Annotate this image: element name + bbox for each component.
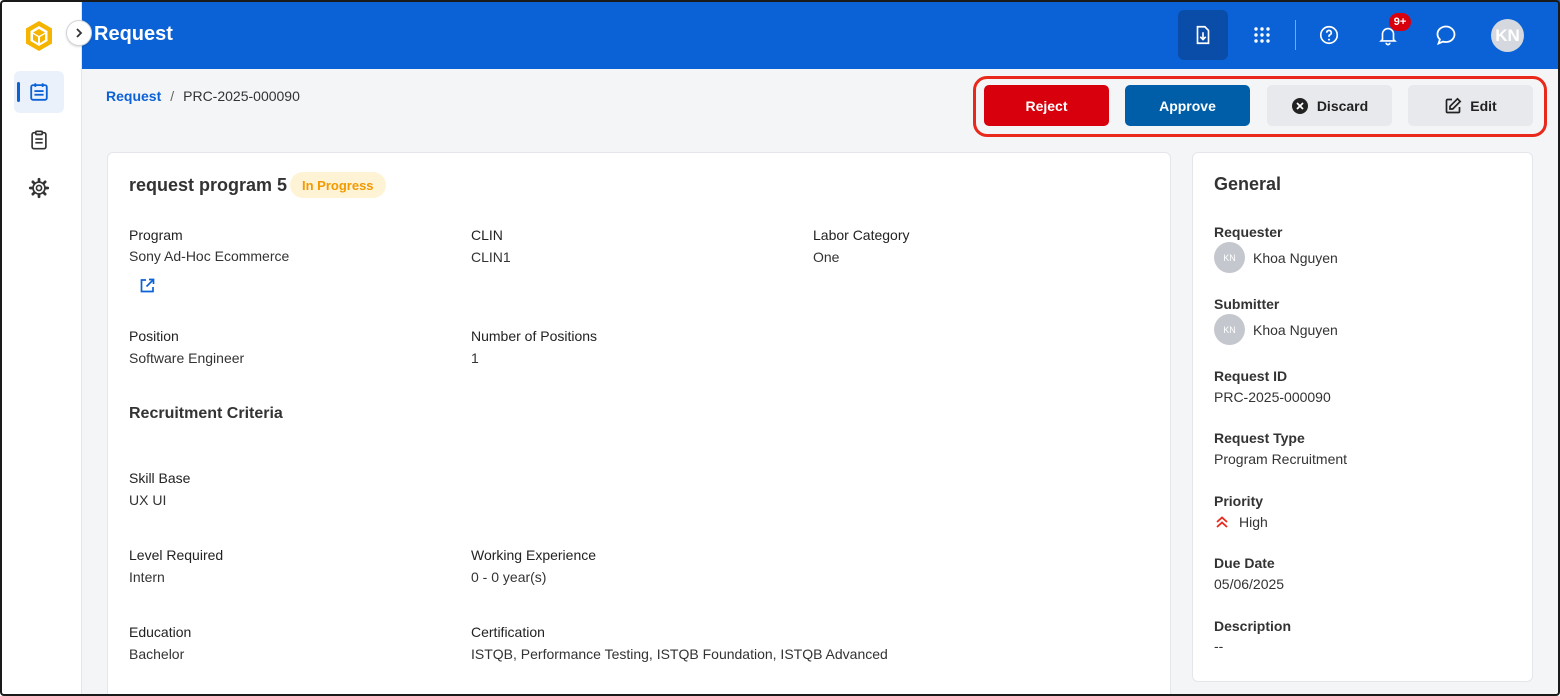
download-button[interactable] — [1178, 10, 1228, 60]
request-id-label: Request ID — [1214, 368, 1288, 384]
education-label: Education — [129, 624, 192, 640]
requester-name: Khoa Nguyen — [1253, 249, 1338, 266]
approve-button[interactable]: Approve — [1125, 85, 1250, 126]
position-label: Position — [129, 328, 179, 344]
help-icon — [1319, 25, 1339, 45]
number-of-positions-value: 1 — [471, 350, 479, 366]
sidebar-collapse-button[interactable] — [66, 20, 92, 46]
priority: High — [1214, 514, 1268, 530]
requester-label: Requester — [1214, 224, 1283, 240]
breadcrumb-current: PRC-2025-000090 — [183, 88, 300, 104]
chat-button[interactable] — [1421, 10, 1471, 60]
due-date-value: 05/06/2025 — [1214, 576, 1285, 592]
notifications-button[interactable]: 9+ — [1363, 10, 1413, 60]
apps-grid-icon — [1254, 27, 1270, 43]
approve-label: Approve — [1159, 97, 1216, 114]
working-experience-label: Working Experience — [471, 547, 597, 563]
skill-base-label: Skill Base — [129, 470, 191, 486]
external-link-icon[interactable] — [138, 277, 156, 295]
program-label: Program — [129, 227, 183, 243]
logo-icon[interactable] — [22, 19, 56, 53]
top-header: Request 9+ KN — [82, 0, 1560, 69]
edit-button[interactable]: Edit — [1408, 85, 1533, 126]
sidebar-item-requests[interactable] — [14, 71, 64, 113]
description-value: -- — [1214, 638, 1224, 654]
breadcrumb-separator: / — [170, 88, 175, 104]
download-icon — [1196, 25, 1210, 45]
clipboard-icon — [31, 130, 47, 150]
position-value: Software Engineer — [129, 350, 245, 366]
chat-icon — [1436, 25, 1456, 46]
sidebar — [0, 0, 82, 696]
labor-category-value: One — [813, 249, 840, 265]
submitter-name: Khoa Nguyen — [1253, 321, 1338, 338]
active-indicator — [17, 82, 20, 102]
labor-category-label: Labor Category — [813, 227, 910, 243]
clin-label: CLIN — [471, 227, 503, 243]
breadcrumb-link-request[interactable]: Request — [106, 88, 161, 104]
priority-label: Priority — [1214, 493, 1264, 509]
clin-value: CLIN1 — [471, 249, 511, 265]
notification-badge: 9+ — [1389, 13, 1411, 31]
education-value: Bachelor — [129, 646, 185, 662]
request-details-card: request program 5 In Progress Program So… — [107, 152, 1171, 696]
request-type-label: Request Type — [1214, 430, 1305, 446]
request-id-value: PRC-2025-000090 — [1214, 389, 1331, 405]
reject-button[interactable]: Reject — [984, 85, 1109, 126]
working-experience-value: 0 - 0 year(s) — [471, 569, 547, 585]
help-button[interactable] — [1304, 10, 1354, 60]
priority-value: High — [1239, 514, 1268, 530]
apps-button[interactable] — [1237, 10, 1287, 60]
certification-label: Certification — [471, 624, 545, 640]
submitter-avatar: KN — [1214, 314, 1245, 345]
chevron-right-icon — [76, 28, 83, 38]
gear-icon — [28, 177, 50, 199]
discard-button[interactable]: Discard — [1267, 85, 1392, 126]
program-value: Sony Ad-Hoc Ecommerce — [129, 248, 290, 264]
level-required-label: Level Required — [129, 547, 224, 563]
request-title: request program 5 — [129, 175, 288, 195]
request-type-value: Program Recruitment — [1214, 451, 1348, 467]
reject-label: Reject — [1025, 97, 1068, 114]
requests-icon — [30, 83, 48, 101]
user-avatar[interactable]: KN — [1491, 19, 1524, 52]
breadcrumb: Request / PRC-2025-000090 — [106, 88, 300, 104]
number-of-positions-label: Number of Positions — [471, 328, 598, 344]
page-title: Request — [94, 23, 173, 45]
general-card: General Requester KN Khoa Nguyen Submitt… — [1192, 152, 1533, 682]
certification-value: ISTQB, Performance Testing, ISTQB Founda… — [471, 646, 888, 662]
edit-icon — [1445, 97, 1462, 113]
priority-high-icon — [1216, 516, 1228, 528]
close-circle-icon — [1291, 97, 1308, 114]
discard-label: Discard — [1316, 97, 1369, 114]
requester: KN Khoa Nguyen — [1214, 242, 1338, 273]
general-title: General — [1214, 174, 1282, 194]
edit-label: Edit — [1470, 97, 1497, 114]
status-badge: In Progress — [290, 172, 386, 198]
level-required-value: Intern — [129, 569, 165, 585]
sidebar-item-tasks[interactable] — [14, 119, 64, 161]
skill-base-value: UX UI — [129, 492, 167, 508]
header-divider — [1295, 20, 1296, 50]
description-label: Description — [1214, 618, 1292, 634]
sidebar-item-settings[interactable] — [14, 167, 64, 209]
submitter-label: Submitter — [1214, 296, 1280, 312]
due-date-label: Due Date — [1214, 555, 1275, 571]
requester-avatar: KN — [1214, 242, 1245, 273]
recruitment-criteria-title: Recruitment Criteria — [129, 405, 283, 422]
submitter: KN Khoa Nguyen — [1214, 314, 1338, 345]
